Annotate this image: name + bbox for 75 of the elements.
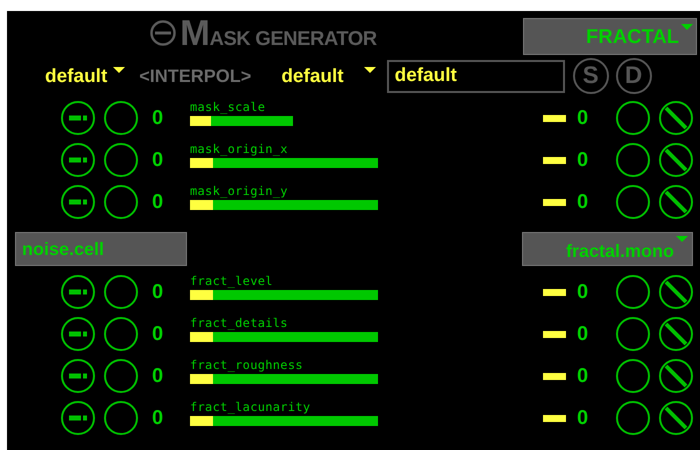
slash-circle-icon[interactable] (659, 317, 693, 351)
slash-circle-icon[interactable] (659, 101, 693, 135)
value-label: 0 (152, 366, 164, 386)
window-title: MASK GENERATOR (180, 15, 377, 51)
slash-circle-icon[interactable] (659, 359, 693, 393)
parameter-label: fract_details (190, 316, 289, 328)
circle-icon[interactable] (104, 185, 138, 219)
circle-icon[interactable] (616, 317, 650, 351)
value-label: 0 (577, 366, 590, 386)
parameter-slider[interactable] (190, 200, 378, 210)
preset-dropdown[interactable]: default (281, 66, 376, 86)
source-dropdown[interactable]: noise.cell (15, 232, 187, 266)
dash-icon (543, 114, 566, 122)
minus-circle-icon[interactable] (61, 317, 95, 351)
preset-dropdown[interactable]: default (45, 66, 126, 86)
dash-icon (543, 414, 566, 422)
dash-icon (543, 198, 566, 206)
circle-icon[interactable] (104, 143, 138, 177)
parameter-label: fract_roughness (190, 358, 304, 370)
parameter-label: mask_scale (190, 100, 266, 112)
value-label: 0 (577, 150, 590, 170)
value-label: 0 (152, 324, 164, 344)
minus-circle-icon[interactable] (61, 401, 95, 435)
parameter-label: mask_origin_y (190, 184, 289, 196)
minus-circle-icon[interactable] (61, 101, 95, 135)
value-label: 0 (152, 150, 164, 170)
circle-icon[interactable] (616, 401, 650, 435)
parameter-slider[interactable] (190, 116, 293, 126)
slash-circle-icon[interactable] (659, 143, 693, 177)
slash-circle-icon[interactable] (659, 401, 693, 435)
circle-icon[interactable] (616, 359, 650, 393)
circle-icon[interactable] (104, 317, 138, 351)
parameter-slider[interactable] (190, 374, 378, 384)
circle-icon[interactable] (104, 101, 138, 135)
circle-icon[interactable] (104, 275, 138, 309)
circle-icon[interactable] (616, 101, 650, 135)
circle-icon[interactable] (104, 401, 138, 435)
parameter-slider[interactable] (190, 416, 378, 426)
dash-icon (543, 330, 566, 338)
value-label: 0 (577, 324, 590, 344)
value-label: 0 (152, 192, 164, 212)
slash-circle-icon[interactable] (659, 275, 693, 309)
toggle-button[interactable]: S (572, 58, 609, 94)
circle-icon[interactable] (616, 185, 650, 219)
minus-circle-icon[interactable] (61, 275, 95, 309)
circle-icon[interactable] (616, 275, 650, 309)
minus-circle-icon[interactable] (61, 359, 95, 393)
toggle-button[interactable]: D (616, 58, 652, 94)
preset-name-field[interactable]: default (386, 60, 565, 92)
parameter-label: mask_origin_x (190, 142, 289, 154)
parameter-slider[interactable] (190, 158, 378, 168)
dash-icon (543, 372, 566, 380)
parameter-slider[interactable] (190, 332, 378, 342)
circle-icon[interactable] (104, 359, 138, 393)
caret-icon[interactable] (113, 66, 126, 72)
slash-circle-icon[interactable] (659, 185, 693, 219)
value-label: 0 (577, 282, 590, 302)
circle-icon[interactable] (616, 143, 650, 177)
value-label: 0 (577, 192, 590, 212)
value-label: 0 (152, 408, 164, 428)
value-label: 0 (577, 408, 590, 428)
parameter-slider[interactable] (190, 290, 378, 300)
parameter-label: fract_level (190, 274, 274, 286)
value-label: 0 (577, 108, 590, 128)
minus-circle-icon[interactable] (61, 185, 95, 219)
value-label: 0 (152, 108, 164, 128)
minus-circle-icon[interactable] (61, 143, 95, 177)
dash-icon (543, 156, 566, 164)
caret-icon[interactable] (364, 66, 376, 72)
interpolation-label: <INTERPOL> (139, 64, 252, 88)
parameter-label: fract_lacunarity (190, 400, 312, 412)
target-dropdown[interactable]: fractal.mono (522, 232, 693, 266)
dash-icon (543, 288, 566, 296)
value-label: 0 (152, 282, 164, 302)
mode-dropdown[interactable]: FRACTAL (523, 18, 697, 55)
